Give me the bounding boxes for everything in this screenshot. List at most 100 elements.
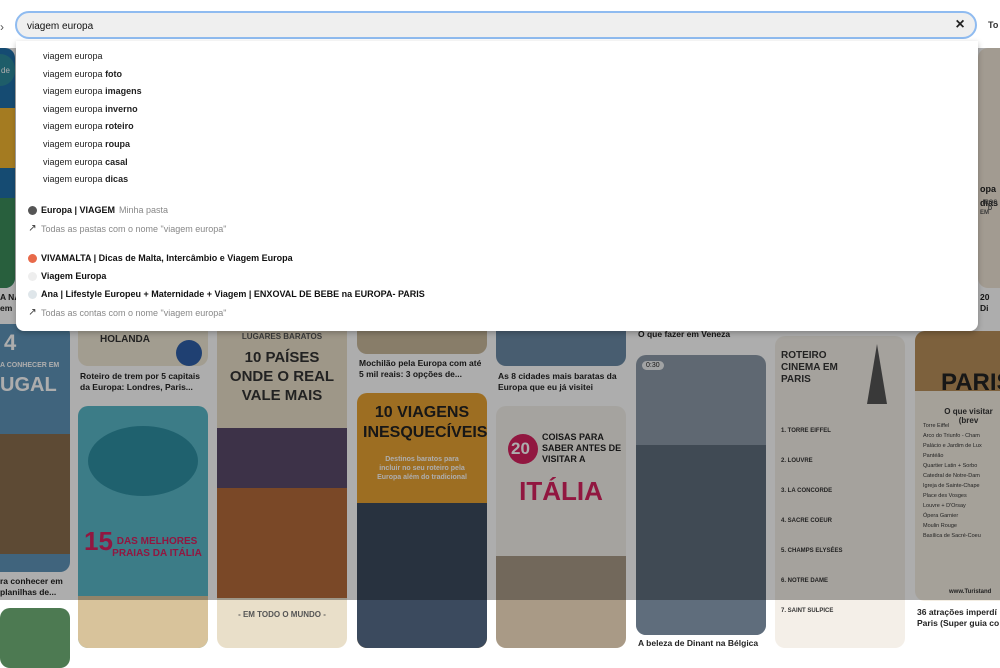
paris-list: Torre Eiffel Arco do Triunfo - Cham Paláci… [923,421,1000,541]
pin-bottom-left[interactable] [0,608,70,668]
suggestion-item[interactable]: viagem europa foto [43,69,122,79]
suggestion-item[interactable]: viagem europa [43,51,103,61]
poster-text: 10 VIAGENS INESQUECÍVEIS [363,404,487,441]
poster-text: ITÁLIA [519,476,603,506]
video-duration-badge: 0:30 [642,361,664,370]
poster-text: ROTEIRO CINEMA EM PARIS [781,350,838,385]
pin-paris-list[interactable]: PARIS O que visitar (brev Torre EiffelAr… [915,331,1000,601]
cinema-list-item: 1. TORRE EIFFEL [781,428,831,434]
pin-praias-italia[interactable]: 15 DAS MELHORES PRAIAS DA ITÁLIA [78,406,208,648]
account-name: Ana | Lifestyle Europeu + Maternidade + … [41,289,425,299]
cinema-list-item: 4. SACRE COEUR [781,518,833,524]
paris-list-item: Louvre + D'Orsay [923,503,966,509]
cinema-list: 1. TORRE EIFFEL 2. LOUVRE 3. LA CONCORDE 4.… [781,416,899,626]
pin-caption: em [0,303,13,313]
board-meta: Minha pasta [119,205,169,215]
poster-text: 4 [4,330,17,355]
account-name: VIVAMALTA | Dicas de Malta, Intercâmbio … [41,253,293,263]
board-name: Europa | VIAGEM [41,205,116,215]
left-edge-text: de [1,66,10,75]
header-right-text[interactable]: To [988,20,998,30]
pin-caption: Paris (Super guia co [917,618,1000,628]
poster-text: www.Turistand [949,589,992,595]
suggestion-extra: roteiro [105,121,134,132]
paris-list-item: Quartier Latin + Sorbo [923,463,978,469]
poster-text: A CONHECER EM [0,362,60,369]
poster-text: opa [980,184,997,194]
search-bar[interactable]: × [15,11,977,39]
account-avatar [28,253,37,263]
poster-text: 20 [511,439,530,458]
suggestion-extra: inverno [105,103,138,114]
paris-list-item: Basílica de Sacré-Coeu [923,533,981,539]
cinema-list-item: 3. LA CONCORDE [781,488,833,494]
search-input[interactable] [27,17,927,35]
account-result[interactable]: VIVAMALTA | Dicas de Malta, Intercâmbio … [28,253,293,263]
account-result[interactable]: Viagem Europa [28,271,106,281]
pin-caption: As 8 cidades mais baratas da [498,371,617,381]
pin-europa-dias[interactable]: opa dias IROS D EM [978,48,1000,288]
suggestion-extra: imagens [105,86,142,97]
paris-list-item: Catedral de Notre-Dam [923,473,980,479]
account-avatar [28,289,37,299]
pin-portugal[interactable]: 4 A CONHECER EM UGAL [0,324,70,572]
pin-paises[interactable]: LUGARES BARATOS 10 PAÍSES ONDE O REAL VA… [217,318,347,648]
cinema-list-item: 7. SAINT SULPICE [781,608,834,614]
cinema-list-item: 2. LOUVRE [781,458,813,464]
suggestion-extra: foto [105,68,123,79]
poster-text: UGAL [0,374,57,396]
suggestion-extra: casal [105,156,128,167]
suggestion-extra: dicas [105,174,129,185]
poster-text: 10 PAÍSES ONDE O REAL VALE MAIS [229,349,335,404]
account-result[interactable]: Ana | Lifestyle Europeu + Maternidade + … [28,289,425,299]
pin-italia[interactable]: 20 COISAS PARA SABER ANTES DE VISITAR A … [496,406,626,648]
suggestion-base: viagem europa [43,103,103,114]
poster-text: COISAS PARA SABER ANTES DE VISITAR A [542,432,622,464]
pin-caption: A beleza de Dinant na Bélgica [638,638,759,648]
suggestion-item[interactable]: viagem europa inverno [43,104,138,114]
pin-10-viagens[interactable]: 10 VIAGENS INESQUECÍVEIS Destinos barato… [357,393,487,648]
clear-search-icon[interactable]: × [951,16,969,34]
paris-list-item: Pantéão [923,453,944,459]
all-accounts-label: Todas as contas com o nome "viagem europ… [41,307,227,318]
suggestion-base: viagem europa [43,174,103,185]
pin-caption: da Europa: Londres, Paris... [80,382,193,392]
suggestion-item[interactable]: viagem europa casal [43,157,128,167]
back-chevron-icon[interactable]: › [0,20,4,34]
suggestion-item[interactable]: viagem europa roteiro [43,121,134,131]
all-accounts-link[interactable]: ↗ Todas as contas com o nome "viagem eur… [28,307,227,318]
poster-text: HOLANDA [100,334,150,345]
suggestion-base: viagem europa [43,51,103,61]
poster-text: - EM TODO O MUNDO - [238,610,326,619]
all-boards-link[interactable]: ↗ Todas as pastas com o nome "viagem eur… [28,223,227,234]
pin-caption: Mochilão pela Europa com até [359,358,482,368]
pin-caption: 36 atrações imperdí [917,607,997,617]
paris-list-item: Arco do Triunfo - Cham [923,433,980,439]
search-suggestions-dropdown: viagem europa viagem europa foto viagem eu… [16,41,978,331]
pin-dinant-video[interactable]: 0:30 [636,355,766,635]
suggestion-item[interactable]: viagem europa dicas [43,174,128,184]
suggestion-base: viagem europa [43,68,103,79]
paris-list-item: Place des Vosges [923,493,967,499]
poster-text: DAS MELHORES PRAIAS DA ITÁLIA [112,536,202,559]
pin-edge-left-top[interactable]: de [0,48,15,288]
paris-list-item: Palácio e Jardim de Lux [923,443,982,449]
suggestion-item[interactable]: viagem europa imagens [43,86,142,96]
poster-text: PARIS [941,369,1000,396]
arrow-up-right-icon: ↗ [28,307,37,318]
all-boards-label: Todas as pastas com o nome "viagem europ… [41,223,227,234]
suggestion-base: viagem europa [43,121,103,132]
poster-text: Destinos baratos para incluir no seu rot… [377,456,467,481]
board-avatar [28,205,37,215]
suggestion-extra: roupa [105,139,131,149]
arrow-up-right-icon: ↗ [28,223,37,234]
paris-list-item: Torre Eiffel [923,423,950,429]
paris-list-item: Igreja de Sainte-Chape [923,483,980,489]
suggestion-item[interactable]: viagem europa roupa [43,139,130,149]
account-name: Viagem Europa [41,271,107,281]
pin-caption: planilhas de... [0,587,57,597]
pin-cinema-paris[interactable]: ROTEIRO CINEMA EM PARIS 1. TORRE EIFFEL 2… [775,336,905,648]
board-result[interactable]: Europa | VIAGEM Minha pasta [28,205,168,215]
cinema-list-item: 6. NOTRE DAME [781,578,829,584]
suggestion-base: viagem europa [43,156,103,167]
